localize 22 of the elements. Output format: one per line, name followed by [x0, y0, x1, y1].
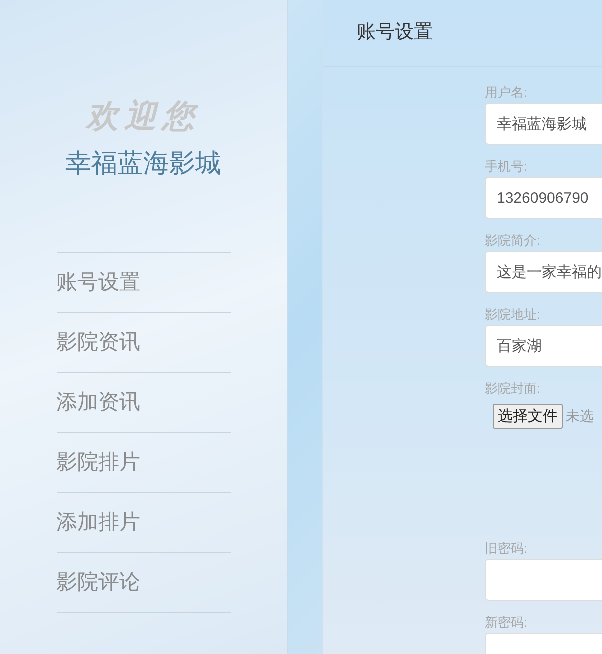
field-label: 影院封面: — [485, 381, 542, 397]
input-field[interactable]: 13260906790 — [485, 177, 602, 219]
menu-item[interactable]: 影院资讯 — [56, 326, 140, 358]
input-field[interactable]: 幸福蓝海影城 — [485, 103, 602, 145]
field-label: 旧密码: — [485, 541, 529, 557]
menu-item[interactable]: 添加排片 — [56, 506, 140, 538]
cinema-name: 幸福蓝海影城 — [66, 147, 222, 180]
file-status: 未选 — [566, 407, 594, 426]
choose-file-button[interactable]: 选择文件 — [493, 404, 563, 429]
menu-item[interactable]: 添加资讯 — [56, 386, 140, 418]
menu-item[interactable]: 账号设置 — [56, 266, 140, 298]
menu-item[interactable]: 影院评论 — [56, 566, 140, 598]
input-field[interactable] — [485, 559, 602, 601]
input-field[interactable]: 百家湖 — [485, 325, 602, 367]
field-label: 用户名: — [485, 85, 529, 101]
field-label: 影院简介: — [485, 233, 542, 249]
field-label: 新密码: — [485, 615, 529, 631]
menu-item[interactable]: 影院排片 — [56, 446, 140, 478]
page-title: 账号设置 — [357, 20, 433, 45]
field-label: 手机号: — [485, 159, 529, 175]
input-field[interactable]: 这是一家幸福的 — [485, 251, 602, 293]
field-label: 影院地址: — [485, 307, 542, 323]
